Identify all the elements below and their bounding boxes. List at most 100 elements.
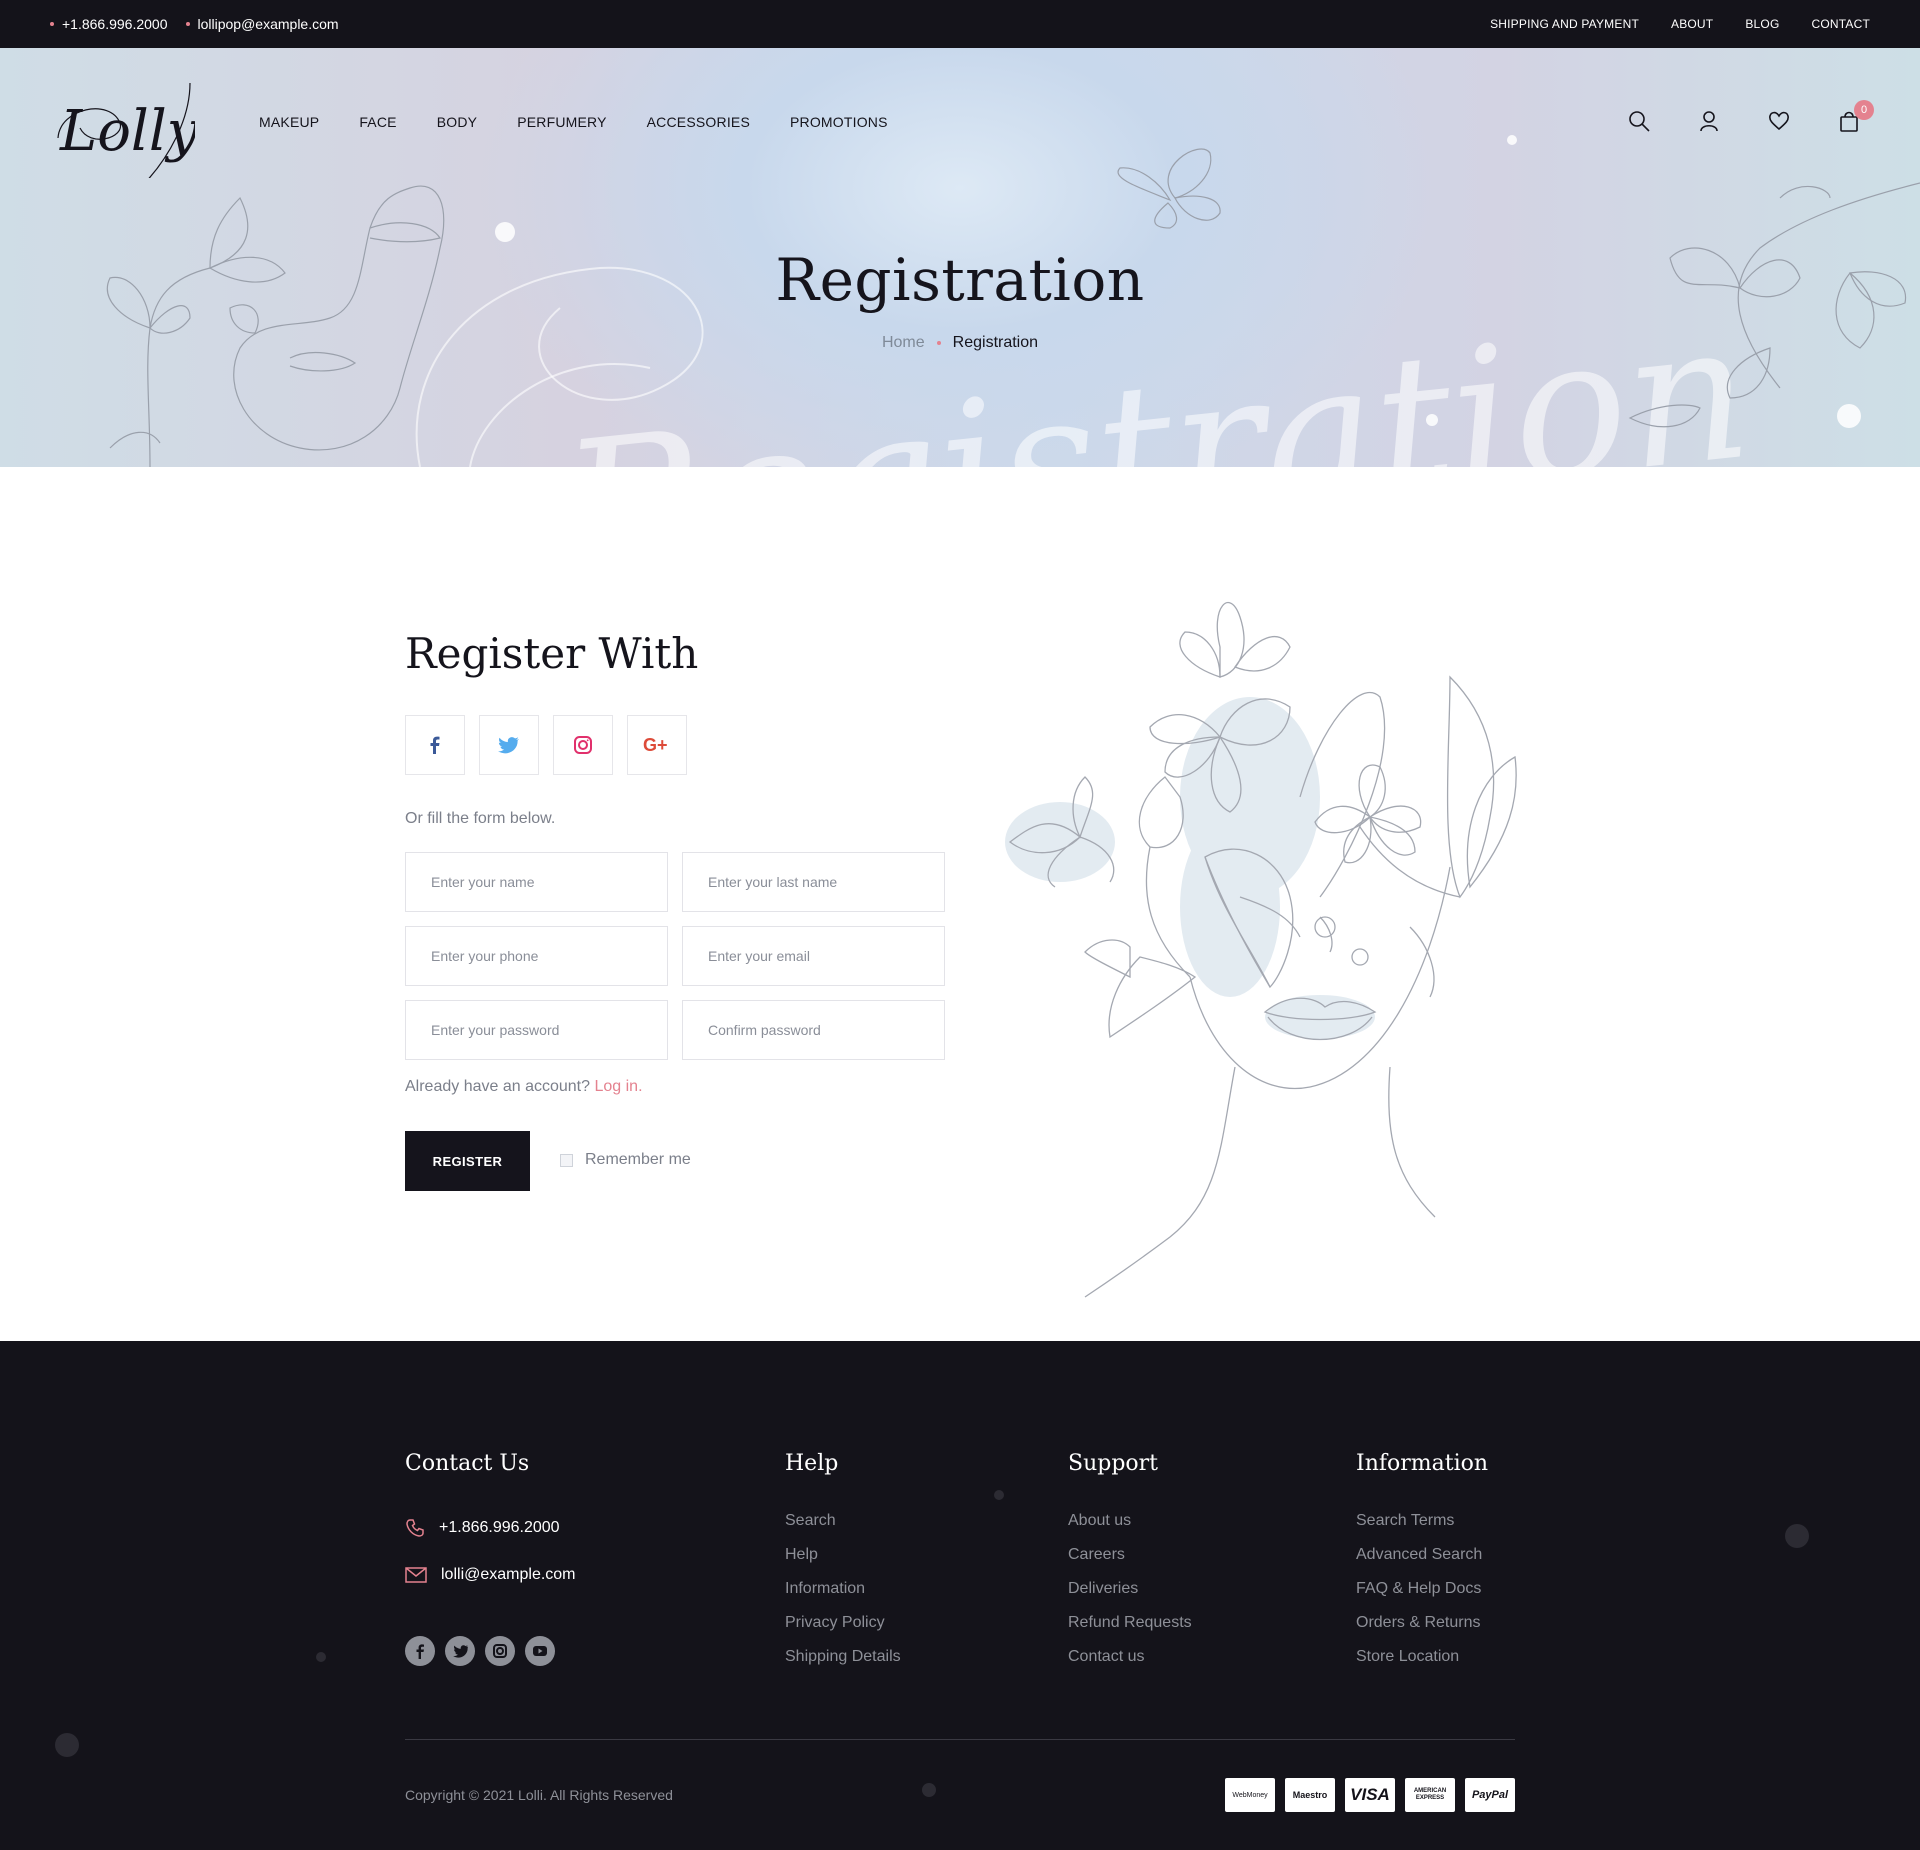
instagram-icon bbox=[574, 736, 592, 754]
top-contact: +1.866.996.2000 lollipop@example.com bbox=[50, 0, 339, 48]
logo-text: Lolly bbox=[59, 99, 195, 164]
breadcrumb-current: Registration bbox=[952, 334, 1039, 351]
top-links: SHIPPING AND PAYMENT ABOUT BLOG CONTACT bbox=[1490, 0, 1870, 48]
footer-link[interactable]: Careers bbox=[1068, 1538, 1192, 1572]
twitter-icon bbox=[498, 737, 519, 754]
remember-checkbox[interactable] bbox=[560, 1153, 573, 1167]
twitter-icon[interactable] bbox=[445, 1636, 475, 1666]
cart-count-badge: 0 bbox=[1854, 100, 1874, 120]
breadcrumb-home[interactable]: Home bbox=[882, 334, 925, 352]
social-register: G+ bbox=[405, 715, 687, 775]
search-icon[interactable] bbox=[1628, 110, 1650, 132]
hero-banner: Registration Lolly MAKEUP FACE BODY PERF… bbox=[0, 48, 1920, 467]
youtube-icon[interactable] bbox=[525, 1636, 555, 1666]
footer-link[interactable]: Shipping Details bbox=[785, 1640, 901, 1674]
google-plus-icon: G+ bbox=[643, 735, 668, 755]
footer-information-title: Information bbox=[1356, 1451, 1489, 1476]
top-bar: +1.866.996.2000 lollipop@example.com SHI… bbox=[0, 0, 1920, 48]
maestro-logo: Maestro bbox=[1285, 1778, 1335, 1812]
paypal-logo: PayPal bbox=[1465, 1778, 1515, 1812]
user-icon[interactable] bbox=[1698, 110, 1720, 132]
top-phone[interactable]: +1.866.996.2000 bbox=[50, 16, 168, 32]
footer-help: Help Search Help Information Privacy Pol… bbox=[785, 1451, 901, 1674]
logo[interactable]: Lolly bbox=[50, 78, 200, 189]
top-email-text: lollipop@example.com bbox=[197, 16, 339, 32]
nav-face[interactable]: FACE bbox=[359, 114, 396, 130]
nav-promotions[interactable]: PROMOTIONS bbox=[790, 114, 888, 130]
instagram-icon[interactable] bbox=[485, 1636, 515, 1666]
footer-link[interactable]: Refund Requests bbox=[1068, 1606, 1192, 1640]
registration-form bbox=[405, 852, 945, 1060]
have-account-text: Already have an account? Log in. bbox=[405, 1078, 643, 1096]
footer-support: Support About us Careers Deliveries Refu… bbox=[1068, 1451, 1192, 1674]
site-footer: Contact Us +1.866.996.2000 lolli@example… bbox=[0, 1341, 1920, 1850]
top-link-about[interactable]: ABOUT bbox=[1671, 17, 1713, 31]
footer-link[interactable]: Deliveries bbox=[1068, 1572, 1192, 1606]
footer-link[interactable]: Information bbox=[785, 1572, 901, 1606]
confirm-password-field[interactable] bbox=[682, 1000, 945, 1060]
top-email[interactable]: lollipop@example.com bbox=[185, 16, 339, 32]
webmoney-logo: WebMoney bbox=[1225, 1778, 1275, 1812]
floral-face-illustration bbox=[1005, 602, 1517, 1298]
payment-methods: WebMoney Maestro VISA AMERICAN EXPRESS P… bbox=[1225, 1778, 1515, 1812]
remember-label: Remember me bbox=[585, 1151, 691, 1168]
footer-information: Information Search Terms Advanced Search… bbox=[1356, 1451, 1488, 1674]
top-link-contact[interactable]: CONTACT bbox=[1811, 17, 1870, 31]
phone-icon bbox=[406, 1518, 424, 1537]
svg-text:G+: G+ bbox=[643, 735, 668, 755]
nav-makeup[interactable]: MAKEUP bbox=[259, 114, 319, 130]
facebook-icon[interactable] bbox=[405, 1636, 435, 1666]
visa-logo: VISA bbox=[1345, 1778, 1395, 1812]
password-field[interactable] bbox=[405, 1000, 668, 1060]
footer-contact: Contact Us +1.866.996.2000 lolli@example… bbox=[405, 1451, 576, 1598]
decor-dot bbox=[922, 1783, 936, 1797]
register-title: Register With bbox=[405, 629, 699, 678]
footer-social bbox=[405, 1636, 555, 1666]
decor-dot bbox=[994, 1490, 1004, 1500]
login-link[interactable]: Log in. bbox=[594, 1078, 642, 1095]
footer-link[interactable]: Help bbox=[785, 1538, 901, 1572]
footer-link[interactable]: Privacy Policy bbox=[785, 1606, 901, 1640]
top-phone-text: +1.866.996.2000 bbox=[62, 16, 168, 32]
breadcrumb: Home Registration bbox=[0, 334, 1920, 352]
main-nav: MAKEUP FACE BODY PERFUMERY ACCESSORIES P… bbox=[259, 114, 888, 130]
facebook-button[interactable] bbox=[405, 715, 465, 775]
cart-icon[interactable]: 0 bbox=[1838, 100, 1874, 132]
registration-section: Register With G+ Or fill the form below.… bbox=[0, 467, 1920, 1341]
email-field[interactable] bbox=[682, 926, 945, 986]
have-account-label: Already have an account? bbox=[405, 1078, 591, 1095]
decor-dot bbox=[1785, 1524, 1809, 1548]
instagram-button[interactable] bbox=[553, 715, 613, 775]
amex-logo: AMERICAN EXPRESS bbox=[1405, 1778, 1455, 1812]
footer-link[interactable]: Contact us bbox=[1068, 1640, 1192, 1674]
remember-me[interactable]: Remember me bbox=[560, 1151, 691, 1169]
mail-icon bbox=[405, 1566, 427, 1583]
footer-email[interactable]: lolli@example.com bbox=[405, 1551, 576, 1598]
form-note: Or fill the form below. bbox=[405, 810, 556, 827]
footer-link[interactable]: Advanced Search bbox=[1356, 1538, 1488, 1572]
footer-link[interactable]: Search Terms bbox=[1356, 1504, 1488, 1538]
top-link-shipping[interactable]: SHIPPING AND PAYMENT bbox=[1490, 17, 1639, 31]
decor-dot bbox=[55, 1733, 79, 1757]
footer-link[interactable]: Store Location bbox=[1356, 1640, 1488, 1674]
footer-phone[interactable]: +1.866.996.2000 bbox=[405, 1504, 576, 1551]
footer-link[interactable]: FAQ & Help Docs bbox=[1356, 1572, 1488, 1606]
google-plus-button[interactable]: G+ bbox=[627, 715, 687, 775]
footer-link[interactable]: About us bbox=[1068, 1504, 1192, 1538]
footer-link[interactable]: Search bbox=[785, 1504, 901, 1538]
footer-email-text: lolli@example.com bbox=[441, 1565, 576, 1583]
twitter-button[interactable] bbox=[479, 715, 539, 775]
register-button[interactable]: REGISTER bbox=[405, 1131, 530, 1191]
phone-field[interactable] bbox=[405, 926, 668, 986]
top-link-blog[interactable]: BLOG bbox=[1745, 17, 1779, 31]
facebook-icon bbox=[430, 736, 440, 754]
breadcrumb-separator bbox=[936, 341, 941, 345]
footer-link[interactable]: Orders & Returns bbox=[1356, 1606, 1488, 1640]
last-name-field[interactable] bbox=[682, 852, 945, 912]
nav-perfumery[interactable]: PERFUMERY bbox=[517, 114, 606, 130]
heart-icon[interactable] bbox=[1768, 110, 1790, 132]
nav-body[interactable]: BODY bbox=[437, 114, 477, 130]
header-icons: 0 bbox=[1628, 100, 1874, 132]
nav-accessories[interactable]: ACCESSORIES bbox=[647, 114, 750, 130]
first-name-field[interactable] bbox=[405, 852, 668, 912]
